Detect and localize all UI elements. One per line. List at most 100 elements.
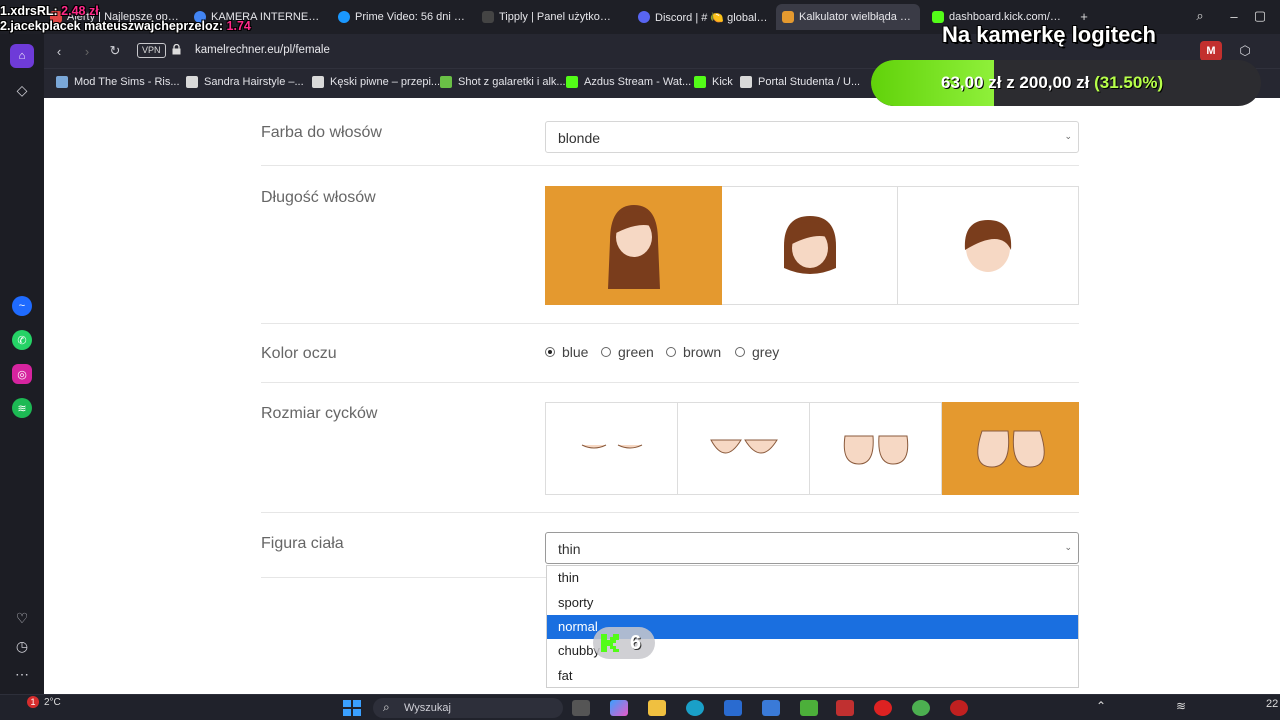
bookmark-item[interactable]: Kick xyxy=(694,76,733,88)
kick-viewer-badge: 6 xyxy=(593,627,655,659)
tray-chevron-icon[interactable]: ⌃ xyxy=(1096,699,1106,713)
heart-icon[interactable]: ♡ xyxy=(12,608,32,628)
kick-icon xyxy=(566,76,578,88)
bust-size-label: Rozmiar cycków xyxy=(261,405,378,422)
profile-avatar-icon[interactable]: M xyxy=(1200,41,1222,61)
url-field[interactable]: kamelrechner.eu/pl/female xyxy=(195,44,330,56)
whatsapp-icon[interactable]: ✆ xyxy=(12,330,32,350)
lock-icon xyxy=(172,44,181,55)
discord-icon xyxy=(638,11,650,23)
edge-icon[interactable] xyxy=(686,700,704,716)
short-hair-icon xyxy=(964,219,1012,272)
medium-hair-icon xyxy=(783,215,836,274)
bookmark-item[interactable]: Sandra Hairstyle –... xyxy=(186,76,304,88)
chevron-down-icon: ⌄ xyxy=(1064,131,1072,141)
spotify-icon[interactable]: ≋ xyxy=(12,398,32,418)
hair-long-option[interactable] xyxy=(545,186,722,305)
radio-checked-icon xyxy=(545,347,555,357)
store-icon[interactable] xyxy=(724,700,742,716)
long-hair-icon xyxy=(607,204,660,289)
file-explorer-icon[interactable] xyxy=(648,700,666,716)
kick-logo-icon xyxy=(601,634,619,652)
hair-length-label: Długość włosów xyxy=(261,189,376,206)
divider xyxy=(261,382,1079,383)
pin-icon[interactable]: ◇ xyxy=(12,80,32,100)
copilot-icon[interactable] xyxy=(610,700,628,716)
app-icon[interactable] xyxy=(950,700,968,716)
back-icon[interactable]: ‹ xyxy=(50,42,68,60)
bookmark-item[interactable]: Azdus Stream - Wat... xyxy=(566,76,691,88)
taskbar-search[interactable]: ⌕ Wyszukaj xyxy=(373,698,563,718)
radio-icon xyxy=(735,347,745,357)
chevron-down-icon: ⌄ xyxy=(1064,542,1072,552)
body-figure-select[interactable]: thin ⌄ xyxy=(545,532,1079,564)
tipply-icon xyxy=(482,11,494,23)
prime-video-icon xyxy=(338,11,350,23)
home-icon[interactable]: ⌂ xyxy=(10,44,34,68)
chrome-icon[interactable] xyxy=(912,700,930,716)
opera-icon[interactable] xyxy=(874,700,892,716)
divider xyxy=(261,323,1079,324)
eye-radio-blue[interactable]: blue xyxy=(545,344,588,360)
tab-kalkulator[interactable]: Kalkulator wielbłąda - ory xyxy=(776,4,920,30)
tab-prime-video[interactable]: Prime Video: 56 dni - Sezo xyxy=(332,4,474,30)
search-tabs-icon[interactable]: ⌕ xyxy=(1188,6,1212,26)
windows-start-icon[interactable] xyxy=(343,700,361,716)
bookmark-item[interactable]: Portal Studenta / U... xyxy=(740,76,860,88)
eye-radio-grey[interactable]: grey xyxy=(735,344,779,360)
kamel-favicon-icon xyxy=(782,11,794,23)
task-view-icon[interactable] xyxy=(572,700,590,716)
minimize-icon[interactable]: – xyxy=(1222,6,1246,26)
minecraft-icon[interactable] xyxy=(800,700,818,716)
radio-icon xyxy=(601,347,611,357)
hair-medium-option[interactable] xyxy=(722,186,898,305)
donation-goal-title: Na kamerkę logitech xyxy=(942,22,1156,47)
divider xyxy=(261,165,1079,166)
messenger-icon[interactable]: ~ xyxy=(12,296,32,316)
divider xyxy=(261,512,1079,513)
app-icon[interactable] xyxy=(836,700,854,716)
extensions-icon[interactable]: ⬡ xyxy=(1236,42,1254,60)
radio-icon xyxy=(666,347,676,357)
dropdown-option-fat[interactable]: fat xyxy=(547,664,1078,688)
document-icon xyxy=(740,76,752,88)
page-content: Farba do włosów blonde ⌄ Długość włosów … xyxy=(44,98,1280,694)
history-icon[interactable]: ◷ xyxy=(12,636,32,656)
body-figure-label: Figura ciała xyxy=(261,535,344,552)
maximize-icon[interactable]: ▢ xyxy=(1248,6,1272,26)
bust-size-4-icon xyxy=(976,430,1045,468)
weather-temp[interactable]: 2°C xyxy=(44,697,61,708)
dropdown-option-thin[interactable]: thin xyxy=(547,566,1078,590)
eye-radio-brown[interactable]: brown xyxy=(666,344,721,360)
bookmark-item[interactable]: Kęski piwne – przepi... xyxy=(312,76,440,88)
more-icon[interactable]: ⋯ xyxy=(12,664,32,684)
bust-size-option-1[interactable] xyxy=(545,402,678,495)
browser-sidebar: ⌂ ◇ ~ ✆ ◎ ≋ ♡ ◷ ⋯ xyxy=(0,34,44,694)
clock[interactable]: 22 xyxy=(1266,698,1278,710)
tab-discord[interactable]: Discord | # 🍋 global | Me xyxy=(632,4,774,30)
bust-size-option-2[interactable] xyxy=(678,402,810,495)
hair-color-select[interactable]: blonde ⌄ xyxy=(545,121,1079,153)
donation-goal-bar: 63,00 zł z 200,00 zł (31.50%) xyxy=(871,60,1261,106)
bookmark-favicon-icon xyxy=(56,76,68,88)
bust-size-option-3[interactable] xyxy=(810,402,942,495)
tab-tipply[interactable]: Tipply | Panel użytkownika xyxy=(476,4,621,30)
donation-leaderboard: 1.xdrsRL: 2.48 zł 2.jacekplacek mateuszw… xyxy=(0,4,251,33)
dropdown-option-sporty[interactable]: sporty xyxy=(547,591,1078,615)
bookmark-favicon-icon xyxy=(440,76,452,88)
bust-size-option-4[interactable] xyxy=(942,402,1079,495)
wifi-icon[interactable]: ≋ xyxy=(1176,699,1186,713)
search-icon: ⌕ xyxy=(383,700,390,714)
forward-icon[interactable]: › xyxy=(78,42,96,60)
vpn-badge[interactable]: VPN xyxy=(137,43,166,58)
eye-radio-green[interactable]: green xyxy=(601,344,654,360)
document-icon xyxy=(312,76,324,88)
app-icon[interactable] xyxy=(762,700,780,716)
instagram-icon[interactable]: ◎ xyxy=(12,364,32,384)
bust-size-3-icon xyxy=(843,435,908,465)
kick-icon xyxy=(694,76,706,88)
bookmark-item[interactable]: Shot z galaretki i alk... xyxy=(440,76,566,88)
hair-short-option[interactable] xyxy=(898,186,1079,305)
reload-icon[interactable]: ↻ xyxy=(106,42,124,60)
bookmark-item[interactable]: Mod The Sims - Ris... xyxy=(56,76,180,88)
